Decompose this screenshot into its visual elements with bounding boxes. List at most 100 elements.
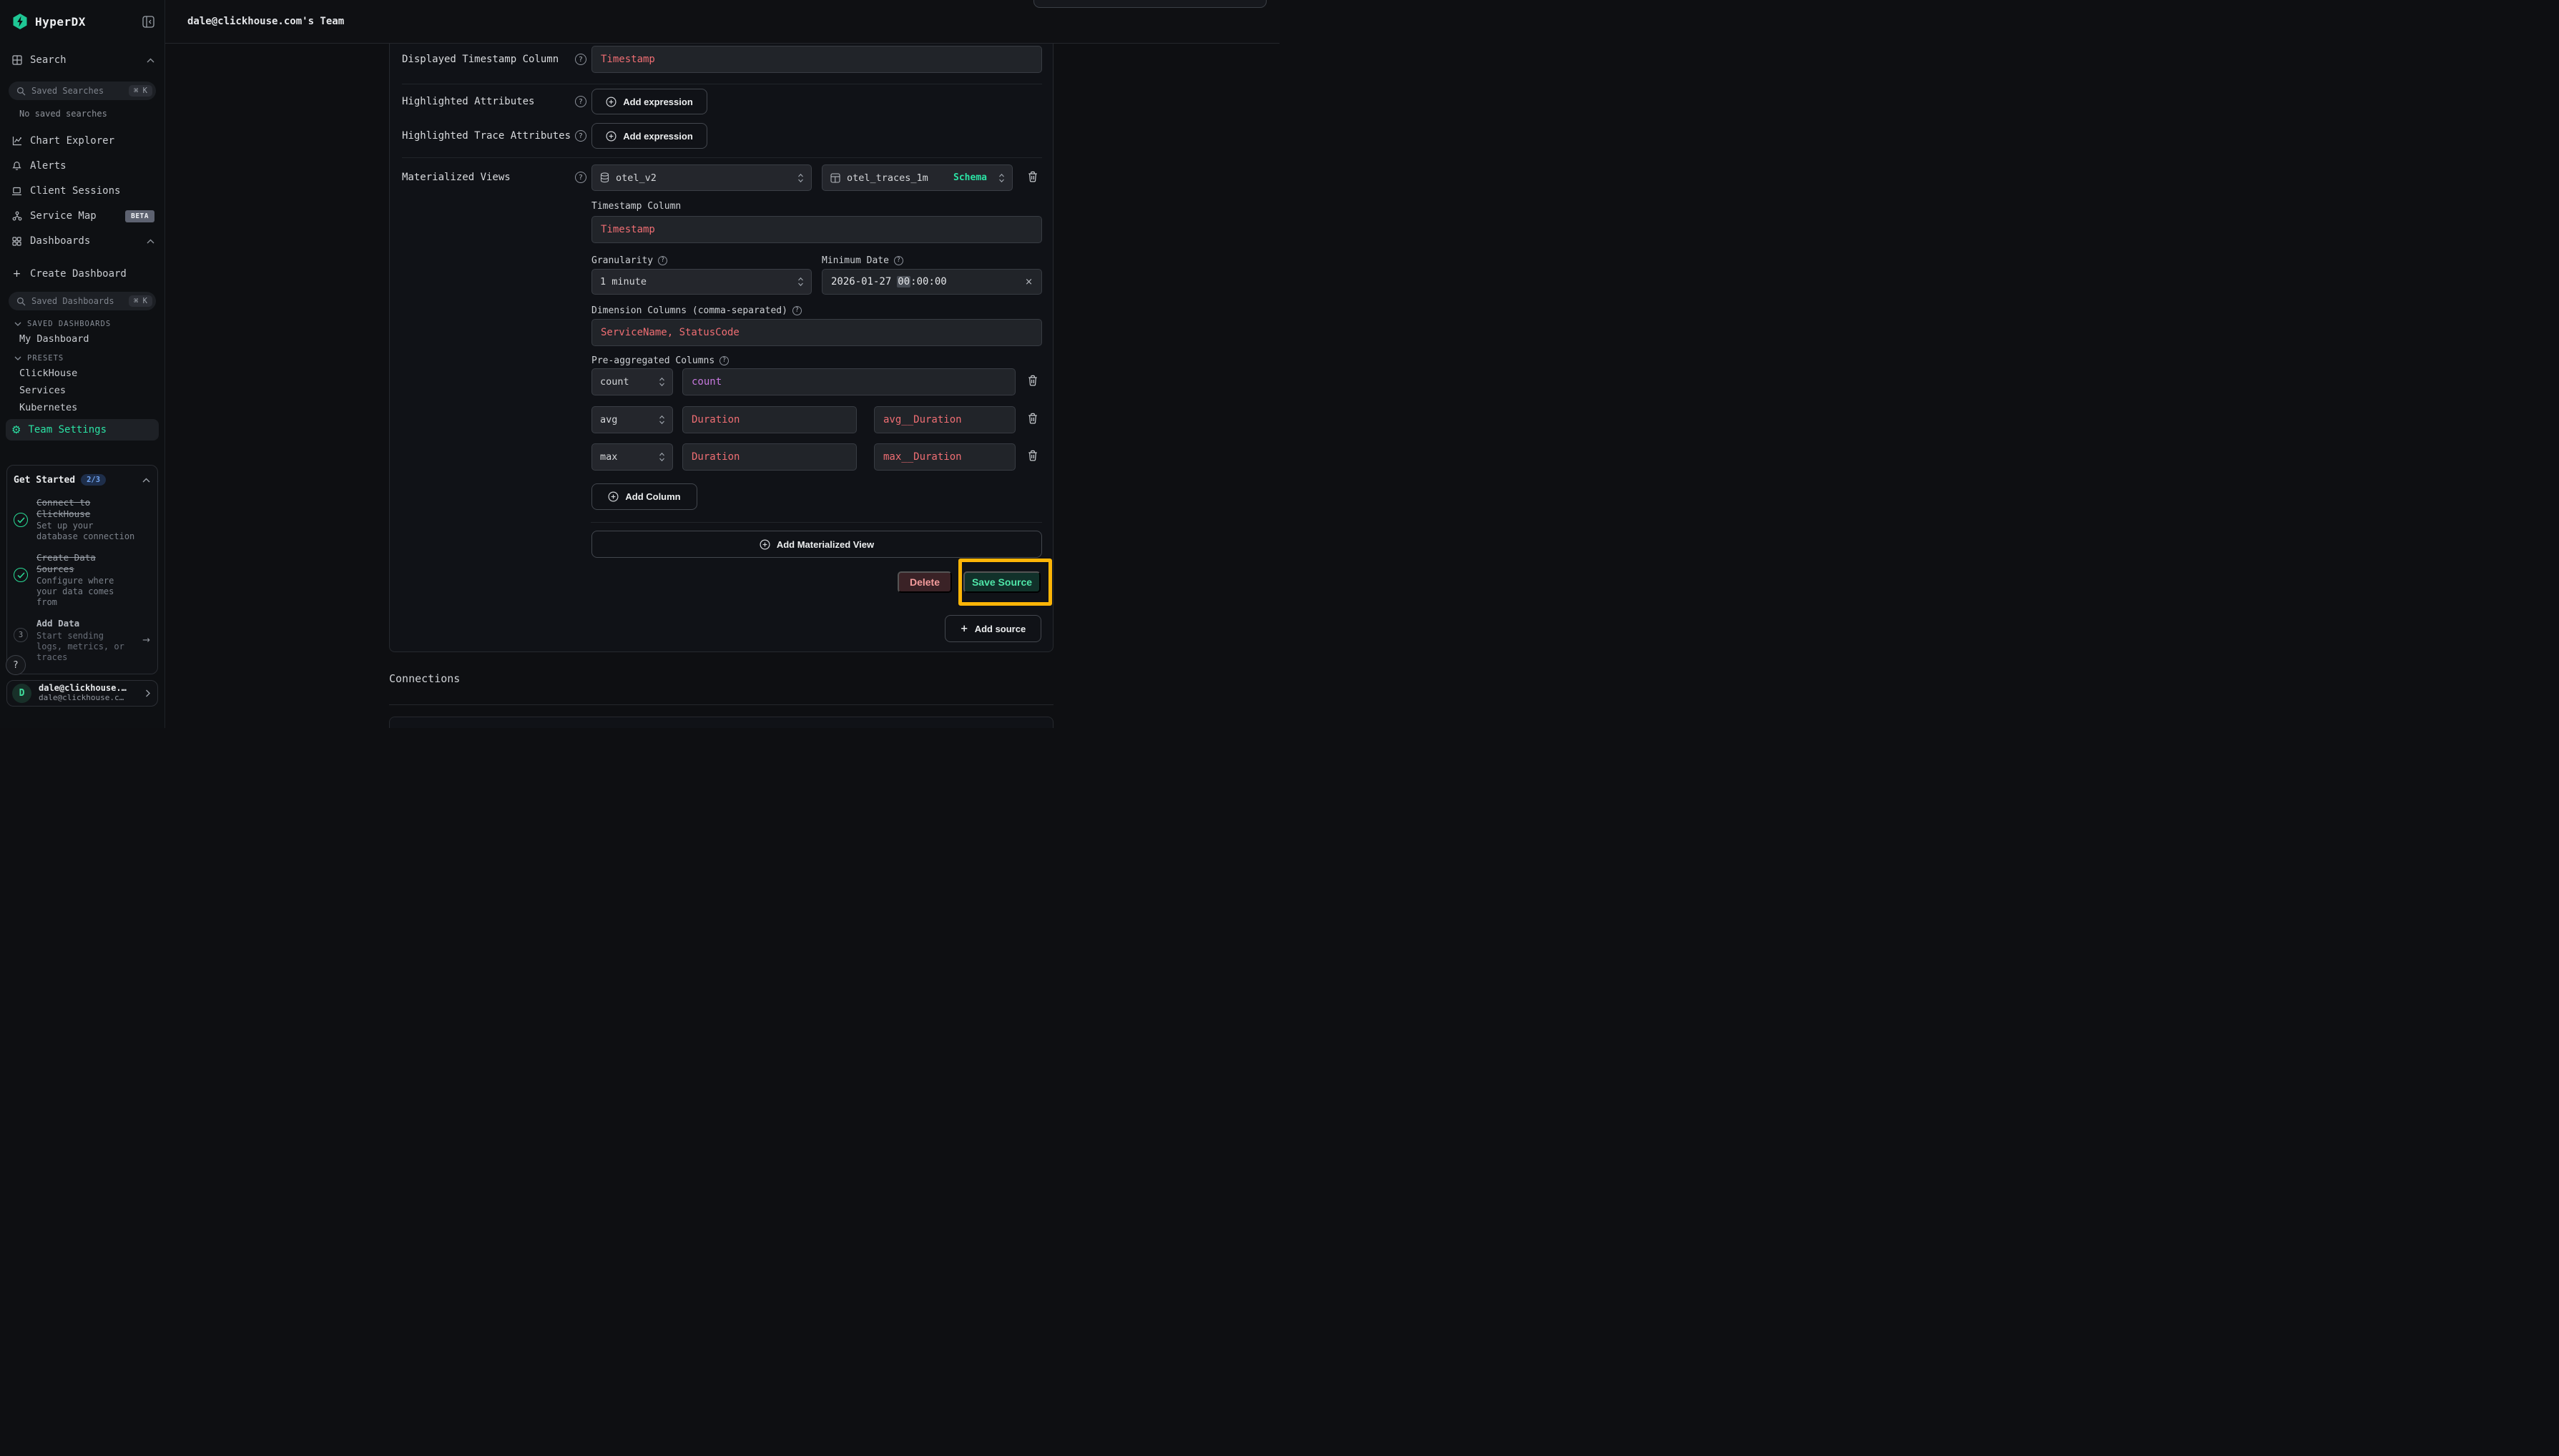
plus-circle-icon — [760, 539, 770, 550]
get-started-item-desc: Start sending logs, metrics, or traces — [36, 631, 134, 663]
aggregate-expression-input[interactable]: Duration — [682, 406, 857, 433]
sidebar-item-client-sessions[interactable]: Client Sessions — [0, 179, 164, 203]
add-materialized-view-button[interactable]: Add Materialized View — [591, 531, 1042, 558]
aggregate-alias-input[interactable]: avg__Duration — [874, 406, 1016, 433]
check-circle-icon — [14, 568, 28, 582]
displayed-timestamp-input[interactable]: Timestamp — [591, 46, 1042, 73]
sidebar-item-alerts[interactable]: Alerts — [0, 154, 164, 178]
sidebar-item-my-dashboard[interactable]: My Dashboard — [19, 330, 164, 348]
database-select[interactable]: otel_v2 — [591, 164, 812, 191]
clear-date-icon[interactable]: × — [1025, 277, 1033, 287]
add-expression-button[interactable]: Add expression — [591, 89, 707, 114]
create-dashboard-button[interactable]: + Create Dashboard — [0, 262, 164, 286]
delete-view-trash-icon[interactable] — [1028, 171, 1041, 185]
plus-circle-icon — [608, 491, 619, 502]
sidebar-item-dashboards[interactable]: Dashboards — [0, 229, 164, 253]
get-started-item-desc: Configure where your data comes from — [36, 576, 137, 608]
sidebar-item-label: Service Map — [30, 210, 97, 222]
get-started-item-add-data[interactable]: 3 Add Data Start sending logs, metrics, … — [14, 618, 150, 663]
search-section-icon — [11, 55, 22, 65]
chevron-up-icon[interactable] — [142, 478, 150, 483]
help-button[interactable]: ? — [6, 655, 26, 675]
search-icon — [16, 297, 26, 306]
mv-timestamp-input[interactable]: Timestamp — [591, 216, 1042, 243]
hyperdx-logo-icon — [11, 13, 29, 30]
user-email: dale@clickhouse.c… — [39, 694, 127, 703]
get-started-card: Get Started 2/3 Connect to ClickHouse Se… — [6, 465, 158, 674]
dimension-columns-input[interactable]: ServiceName, StatusCode — [591, 319, 1042, 346]
chevron-down-icon — [14, 322, 21, 326]
connections-panel — [389, 717, 1053, 728]
help-circle-icon[interactable]: ? — [894, 256, 903, 265]
sidebar-item-chart-explorer[interactable]: Chart Explorer — [0, 129, 164, 153]
aggregate-fn-select[interactable]: count — [591, 368, 673, 395]
sidebar-item-clickhouse[interactable]: ClickHouse — [19, 365, 164, 382]
delete-column-trash-icon[interactable] — [1028, 450, 1041, 464]
sidebar-item-label: Client Sessions — [30, 185, 120, 197]
help-circle-icon[interactable]: ? — [719, 356, 729, 365]
save-source-button[interactable]: Save Source — [963, 571, 1041, 593]
topbar-floating-pill — [1033, 0, 1267, 8]
app-title: HyperDX — [35, 15, 86, 29]
saved-searches-placeholder: Saved Searches — [31, 86, 104, 96]
select-chevrons-icon — [659, 452, 665, 462]
aggregate-expression-input[interactable]: Duration — [682, 443, 857, 471]
schema-link[interactable]: Schema — [953, 172, 987, 183]
delete-source-button[interactable]: Delete — [898, 571, 952, 593]
minimum-date-input[interactable]: 2026-01-2700:00:00 × — [822, 269, 1042, 295]
get-started-item-sources[interactable]: Create Data Sources Configure where your… — [14, 552, 150, 608]
add-source-button[interactable]: + Add source — [945, 615, 1041, 642]
section-presets[interactable]: PRESETS — [14, 352, 164, 365]
chevron-up-icon — [147, 58, 154, 63]
aggregate-alias-input[interactable]: max__Duration — [874, 443, 1016, 471]
collapse-sidebar-icon[interactable] — [142, 16, 154, 28]
user-name: dale@clickhouse.… — [39, 684, 127, 694]
help-circle-icon[interactable]: ? — [575, 54, 586, 65]
shortcut-badge: ⌘ K — [129, 85, 152, 97]
saved-searches-input[interactable]: Saved Searches ⌘ K — [9, 82, 156, 100]
sidebar-item-kubernetes[interactable]: Kubernetes — [19, 399, 164, 416]
aggregate-expression-input[interactable]: count — [682, 368, 1016, 395]
avatar: D — [12, 684, 31, 703]
table-select[interactable]: otel_traces_1m Schema — [822, 164, 1013, 191]
help-icon: ? — [14, 660, 19, 671]
select-chevrons-icon — [659, 377, 665, 387]
get-started-item-desc: Set up your database connection — [36, 521, 137, 542]
aggregate-fn-select[interactable]: max — [591, 443, 673, 471]
sidebar-item-label: Search — [30, 54, 67, 66]
chevron-right-icon — [145, 689, 150, 697]
materialized-views-row: Materialized Views ? — [402, 170, 586, 185]
delete-column-trash-icon[interactable] — [1028, 413, 1041, 427]
help-circle-icon[interactable]: ? — [658, 256, 667, 265]
sidebar: HyperDX Search Saved Searches ⌘ K No sav… — [0, 0, 165, 728]
add-expression-button[interactable]: Add expression — [591, 123, 707, 149]
add-column-button[interactable]: Add Column — [591, 483, 697, 510]
sidebar-item-service-map[interactable]: Service Map BETA — [0, 204, 164, 228]
logo-row: HyperDX — [0, 0, 164, 43]
saved-dashboards-input[interactable]: Saved Dashboards ⌘ K — [9, 292, 156, 310]
sidebar-item-label: Chart Explorer — [30, 135, 114, 147]
aggregate-fn-select[interactable]: avg — [591, 406, 673, 433]
get-started-progress-badge: 2/3 — [81, 474, 106, 486]
main-content: Displayed Timestamp Column ? Timestamp H… — [164, 43, 1280, 728]
user-menu[interactable]: D dale@clickhouse.… dale@clickhouse.c… — [6, 680, 158, 707]
help-circle-icon[interactable]: ? — [575, 130, 586, 142]
preaggregated-columns-label: Pre-aggregated Columns ? — [591, 355, 729, 366]
granularity-value: 1 minute — [600, 276, 647, 287]
shortcut-badge: ⌘ K — [129, 295, 152, 307]
date-hour-segment[interactable]: 00 — [897, 276, 910, 287]
granularity-select[interactable]: 1 minute — [591, 269, 812, 295]
help-circle-icon[interactable]: ? — [575, 172, 586, 183]
get-started-item-connect[interactable]: Connect to ClickHouse Set up your databa… — [14, 497, 150, 542]
help-circle-icon[interactable]: ? — [792, 306, 802, 315]
arrow-right-icon: → — [142, 635, 150, 646]
sidebar-item-services[interactable]: Services — [19, 382, 164, 399]
help-circle-icon[interactable]: ? — [575, 96, 586, 107]
divider — [591, 522, 1042, 523]
table-icon — [830, 173, 840, 183]
bell-icon — [11, 161, 22, 171]
sidebar-item-team-settings[interactable]: ⚙ Team Settings — [6, 419, 159, 441]
delete-column-trash-icon[interactable] — [1028, 375, 1041, 389]
sidebar-item-search[interactable]: Search — [0, 48, 164, 72]
section-saved-dashboards[interactable]: SAVED DASHBOARDS — [14, 318, 164, 330]
